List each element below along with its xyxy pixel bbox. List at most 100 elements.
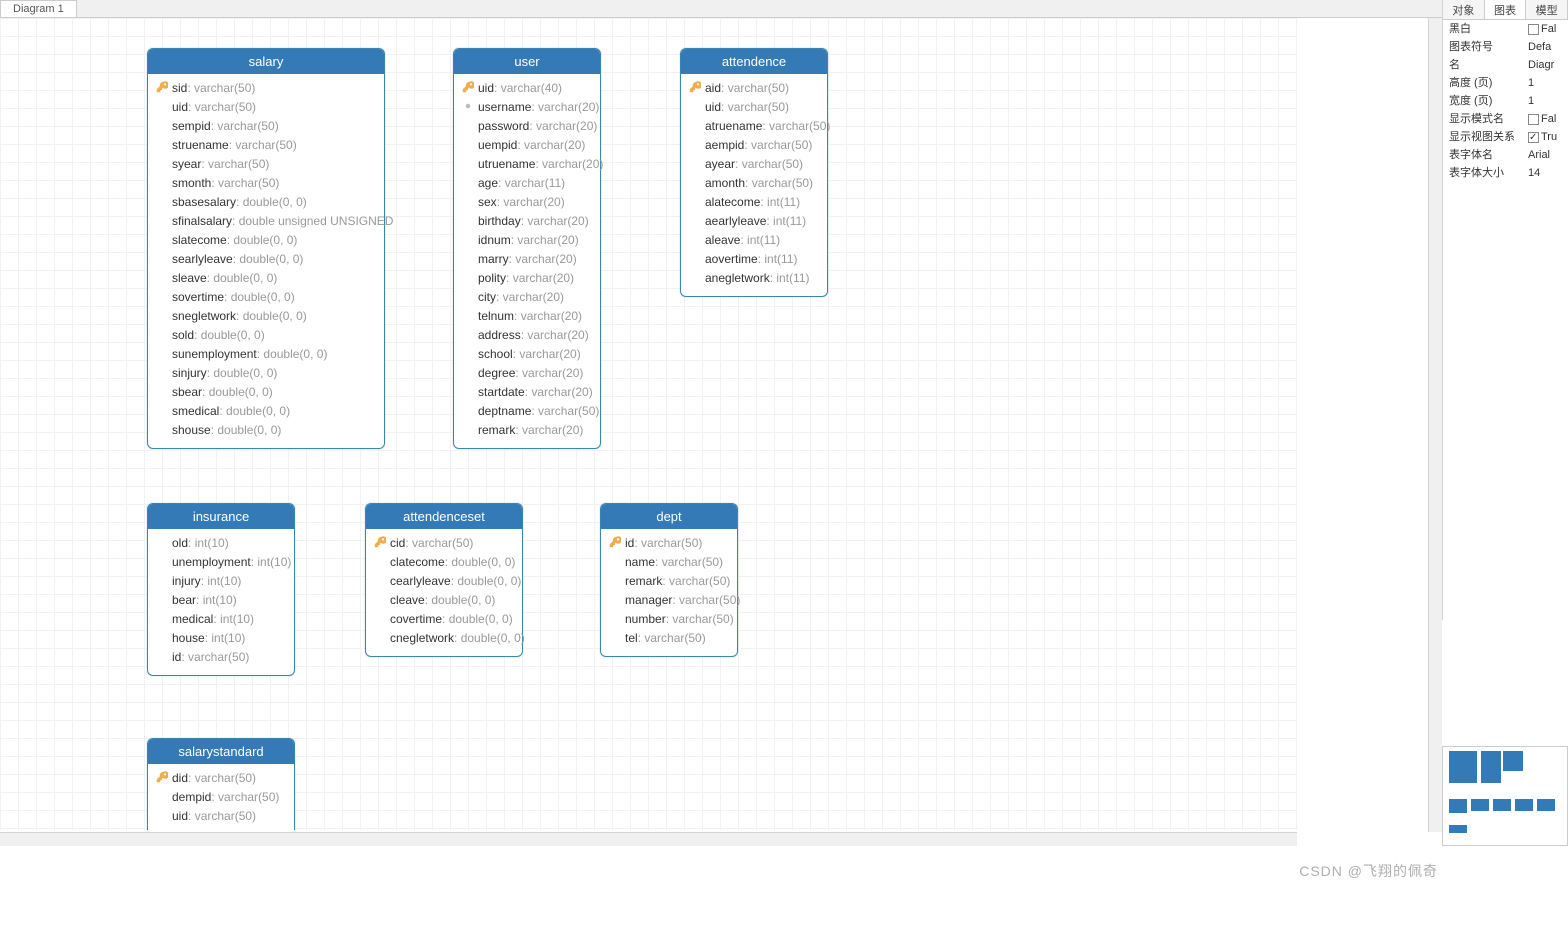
table-field[interactable]: ayear: varchar(50) <box>689 155 819 174</box>
prop-tab-2[interactable]: 模型 <box>1526 0 1568 19</box>
table-field[interactable]: old: int(10) <box>156 534 286 553</box>
table-insurance[interactable]: insurance old: int(10)unemployment: int(1… <box>147 503 295 676</box>
table-field[interactable]: house: int(10) <box>156 629 286 648</box>
table-field[interactable]: id: varchar(50) <box>609 534 729 553</box>
table-field[interactable]: dtruename: varchar(50) <box>156 826 286 830</box>
table-field[interactable]: username: varchar(20) <box>462 98 592 117</box>
table-header[interactable]: dept <box>601 504 737 529</box>
table-field[interactable]: cid: varchar(50) <box>374 534 514 553</box>
table-field[interactable]: alatecome: int(11) <box>689 193 819 212</box>
table-field[interactable]: smonth: varchar(50) <box>156 174 376 193</box>
table-field[interactable]: did: varchar(50) <box>156 769 286 788</box>
prop-row[interactable]: 图表符号Defa <box>1443 38 1568 56</box>
table-field[interactable]: aearlyleave: int(11) <box>689 212 819 231</box>
table-field[interactable]: id: varchar(50) <box>156 648 286 667</box>
table-user[interactable]: user uid: varchar(40)username: varchar(20… <box>453 48 601 449</box>
table-field[interactable]: password: varchar(20) <box>462 117 592 136</box>
prop-tab-1[interactable]: 图表 <box>1485 0 1527 19</box>
table-field[interactable]: snegletwork: double(0, 0) <box>156 307 376 326</box>
table-field[interactable]: tel: varchar(50) <box>609 629 729 648</box>
diagram-canvas[interactable]: salary sid: varchar(50) uid: varchar(50) se… <box>0 18 1297 830</box>
table-field[interactable]: sovertime: double(0, 0) <box>156 288 376 307</box>
table-field[interactable]: sinjury: double(0, 0) <box>156 364 376 383</box>
table-field[interactable]: sold: double(0, 0) <box>156 326 376 345</box>
minimap[interactable] <box>1442 746 1568 846</box>
table-field[interactable]: sid: varchar(50) <box>156 79 376 98</box>
table-field[interactable]: remark: varchar(50) <box>609 572 729 591</box>
diagram-tab[interactable]: Diagram 1 <box>0 0 77 17</box>
table-field[interactable]: aovertime: int(11) <box>689 250 819 269</box>
prop-row[interactable]: 表字体名Arial <box>1443 146 1568 164</box>
table-field[interactable]: searlyleave: double(0, 0) <box>156 250 376 269</box>
table-field[interactable]: number: varchar(50) <box>609 610 729 629</box>
table-salary[interactable]: salarysid: varchar(50)uid: varchar(50)se… <box>147 48 385 449</box>
table-field[interactable]: deptname: varchar(50) <box>462 402 592 421</box>
table-field[interactable]: anegletwork: int(11) <box>689 269 819 288</box>
table-field[interactable]: sempid: varchar(50) <box>156 117 376 136</box>
table-field[interactable]: name: varchar(50) <box>609 553 729 572</box>
prop-row[interactable]: 高度 (页)1 <box>1443 74 1568 92</box>
table-header[interactable]: insurance <box>148 504 294 529</box>
table-field[interactable]: struename: varchar(50) <box>156 136 376 155</box>
checkbox-icon[interactable] <box>1528 132 1539 143</box>
table-header[interactable]: attendenceset <box>366 504 522 529</box>
table-header[interactable]: user <box>454 49 600 74</box>
table-header[interactable]: salary <box>148 49 384 74</box>
table-field[interactable]: sex: varchar(20) <box>462 193 592 212</box>
table-field[interactable]: uid: varchar(40) <box>462 79 592 98</box>
table-field[interactable]: aid: varchar(50) <box>689 79 819 98</box>
prop-row[interactable]: 名Diagr <box>1443 56 1568 74</box>
table-field[interactable]: sfinalsalary: double unsigned UNSIGNED <box>156 212 376 231</box>
table-field[interactable]: injury: int(10) <box>156 572 286 591</box>
table-field[interactable]: uid: varchar(50) <box>156 807 286 826</box>
table-field[interactable]: dempid: varchar(50) <box>156 788 286 807</box>
table-field[interactable]: degree: varchar(20) <box>462 364 592 383</box>
table-field[interactable]: sbasesalary: double(0, 0) <box>156 193 376 212</box>
table-field[interactable]: atruename: varchar(50) <box>689 117 819 136</box>
table-field[interactable]: uid: varchar(50) <box>689 98 819 117</box>
table-field[interactable]: telnum: varchar(20) <box>462 307 592 326</box>
table-field[interactable]: cnegletwork: double(0, 0) <box>374 629 514 648</box>
table-field[interactable]: amonth: varchar(50) <box>689 174 819 193</box>
table-header[interactable]: attendence <box>681 49 827 74</box>
table-field[interactable]: cearlyleave: double(0, 0) <box>374 572 514 591</box>
table-field[interactable]: unemployment: int(10) <box>156 553 286 572</box>
table-field[interactable]: medical: int(10) <box>156 610 286 629</box>
table-field[interactable]: sleave: double(0, 0) <box>156 269 376 288</box>
table-attendence[interactable]: attendence aid: varchar(50)uid: varchar(5… <box>680 48 828 297</box>
table-field[interactable]: utruename: varchar(20) <box>462 155 592 174</box>
table-salarystandard[interactable]: salarystandard did: varchar(50)dempid: va… <box>147 738 295 830</box>
table-field[interactable]: sunemployment: double(0, 0) <box>156 345 376 364</box>
checkbox-icon[interactable] <box>1528 114 1539 125</box>
table-field[interactable]: remark: varchar(20) <box>462 421 592 440</box>
table-field[interactable]: bear: int(10) <box>156 591 286 610</box>
prop-tab-0[interactable]: 对象 <box>1443 0 1485 19</box>
table-field[interactable]: birthday: varchar(20) <box>462 212 592 231</box>
table-field[interactable]: address: varchar(20) <box>462 326 592 345</box>
table-field[interactable]: aleave: int(11) <box>689 231 819 250</box>
table-field[interactable]: sbear: double(0, 0) <box>156 383 376 402</box>
table-field[interactable]: marry: varchar(20) <box>462 250 592 269</box>
table-field[interactable]: polity: varchar(20) <box>462 269 592 288</box>
table-field[interactable]: smedical: double(0, 0) <box>156 402 376 421</box>
table-field[interactable]: city: varchar(20) <box>462 288 592 307</box>
table-field[interactable]: shouse: double(0, 0) <box>156 421 376 440</box>
table-field[interactable]: cleave: double(0, 0) <box>374 591 514 610</box>
table-field[interactable]: manager: varchar(50) <box>609 591 729 610</box>
prop-row[interactable]: 显示视图关系Tru <box>1443 128 1568 146</box>
table-field[interactable]: covertime: double(0, 0) <box>374 610 514 629</box>
table-field[interactable]: clatecome: double(0, 0) <box>374 553 514 572</box>
table-field[interactable]: syear: varchar(50) <box>156 155 376 174</box>
prop-row[interactable]: 显示模式名Fal <box>1443 110 1568 128</box>
table-field[interactable]: school: varchar(20) <box>462 345 592 364</box>
table-field[interactable]: startdate: varchar(20) <box>462 383 592 402</box>
vertical-scrollbar[interactable] <box>1428 18 1442 832</box>
table-field[interactable]: slatecome: double(0, 0) <box>156 231 376 250</box>
table-field[interactable]: idnum: varchar(20) <box>462 231 592 250</box>
table-field[interactable]: age: varchar(11) <box>462 174 592 193</box>
table-header[interactable]: salarystandard <box>148 739 294 764</box>
table-attendenceset[interactable]: attendenceset cid: varchar(50)clatecome: … <box>365 503 523 657</box>
table-field[interactable]: uempid: varchar(20) <box>462 136 592 155</box>
prop-row[interactable]: 表字体大小14 <box>1443 164 1568 182</box>
checkbox-icon[interactable] <box>1528 24 1539 35</box>
